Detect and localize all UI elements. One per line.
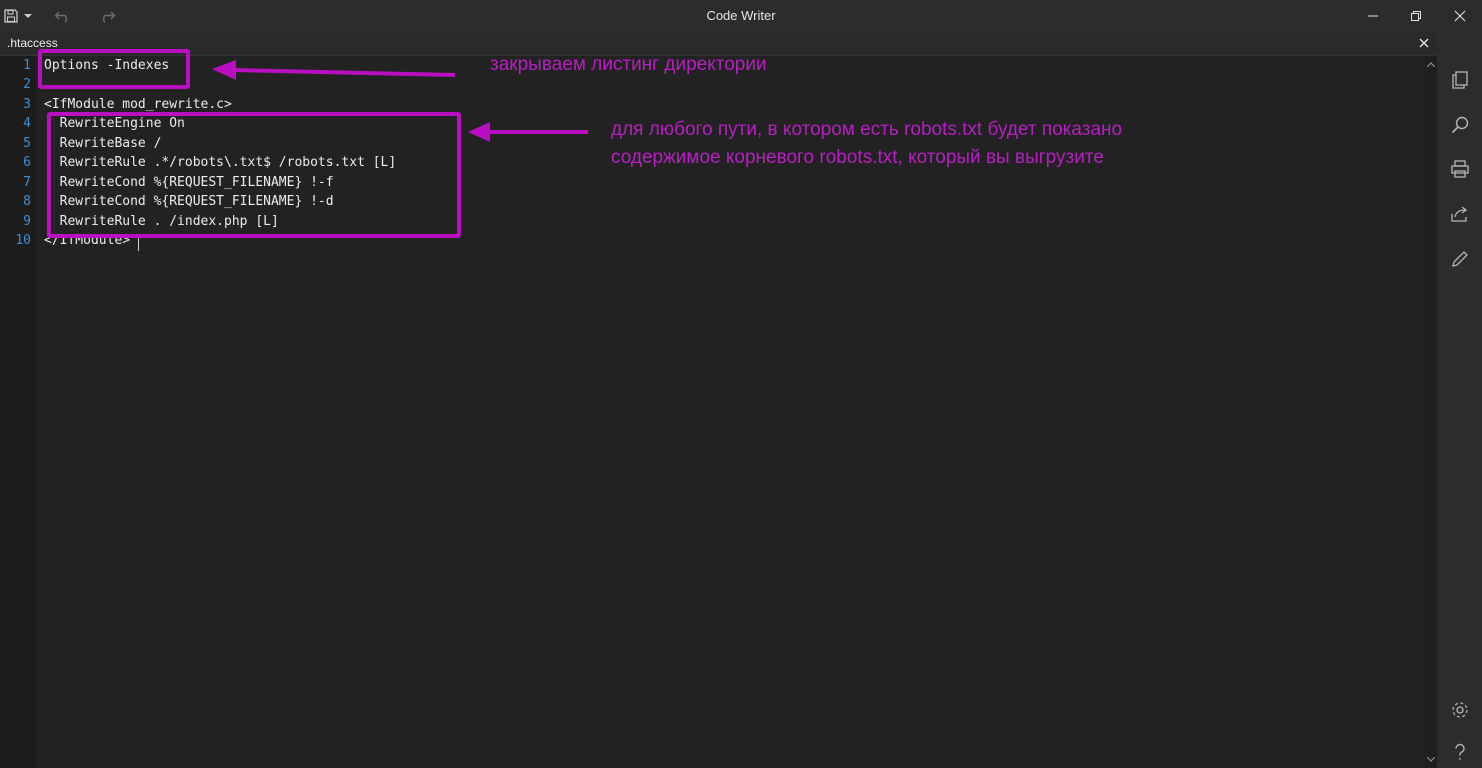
save-options-dropdown[interactable] [22, 0, 34, 32]
restore-icon [1411, 11, 1421, 21]
edit-button[interactable] [1447, 246, 1473, 272]
copy-button[interactable] [1447, 67, 1473, 93]
minimize-button[interactable] [1358, 0, 1388, 32]
code-line: <IfModule mod_rewrite.c> [44, 97, 232, 112]
window-title: Code Writer [706, 8, 776, 23]
edit-icon [1452, 251, 1468, 267]
minimize-icon [1368, 15, 1378, 17]
annotation-text-directory-listing: закрываем листинг директории [490, 54, 767, 75]
copy-icon [1452, 71, 1468, 89]
annotation-text-robots-line1: для любого пути, в котором есть robots.t… [611, 119, 1123, 140]
annotation-text-robots-line2: содержимое корневого robots.txt, который… [611, 147, 1104, 168]
tab-bar: .htaccess [0, 32, 1437, 56]
print-button[interactable] [1447, 156, 1473, 182]
search-button[interactable] [1447, 112, 1473, 138]
line-number: 3 [23, 97, 31, 112]
title-bar: Code Writer [0, 0, 1482, 32]
settings-icon [1452, 702, 1468, 718]
line-number: 8 [23, 194, 31, 209]
restore-button[interactable] [1401, 0, 1431, 32]
chevron-up-icon [1427, 61, 1435, 67]
line-number: 2 [23, 77, 31, 92]
line-number: 5 [23, 136, 31, 151]
help-icon [1455, 743, 1465, 760]
close-tab-button[interactable] [1416, 34, 1432, 52]
share-button[interactable] [1447, 201, 1473, 227]
redo-button[interactable] [94, 0, 120, 32]
tab-htaccess[interactable]: .htaccess [7, 36, 58, 50]
help-button[interactable] [1447, 739, 1473, 765]
right-sidebar [1437, 32, 1482, 768]
line-number: 9 [23, 214, 31, 229]
line-number: 7 [23, 175, 31, 190]
settings-button[interactable] [1447, 697, 1473, 723]
undo-icon [54, 11, 68, 23]
scroll-up-button[interactable] [1425, 58, 1437, 70]
print-icon [1451, 160, 1469, 178]
undo-button[interactable] [50, 0, 76, 32]
annotation-box-rewrite-rules [47, 112, 461, 238]
close-icon [1454, 10, 1466, 22]
save-icon [4, 9, 18, 23]
search-icon [1451, 116, 1469, 134]
chevron-down-icon [1427, 756, 1435, 762]
line-number: 10 [15, 233, 31, 248]
annotation-box-options [38, 49, 190, 89]
dropdown-icon [24, 14, 32, 18]
line-number-gutter: 1 2 3 4 5 6 7 8 9 10 [0, 56, 36, 768]
scroll-down-button[interactable] [1425, 753, 1437, 765]
line-number: 6 [23, 155, 31, 170]
close-icon [1419, 38, 1429, 48]
save-button[interactable] [0, 0, 22, 32]
line-number: 4 [23, 116, 31, 131]
close-window-button[interactable] [1445, 0, 1475, 32]
vertical-scrollbar[interactable] [1425, 56, 1437, 768]
line-number: 1 [23, 58, 31, 73]
redo-icon [102, 11, 116, 23]
share-icon [1451, 206, 1468, 222]
